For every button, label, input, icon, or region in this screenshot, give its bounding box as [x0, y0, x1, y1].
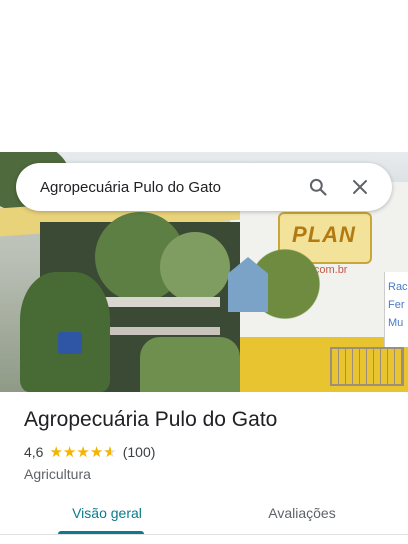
tabs-divider — [0, 534, 408, 535]
star-icon: ★ — [89, 443, 104, 461]
photo-blue-bucket — [58, 332, 82, 354]
photo-pots — [100, 327, 220, 335]
photo-plants — [140, 337, 240, 392]
photo-metal-grate — [330, 347, 404, 386]
blank-header-area — [0, 0, 408, 152]
place-title: Agropecuária Pulo do Gato — [24, 408, 278, 431]
star-icon: ★ — [62, 443, 77, 461]
rating-stars: ★ ★ ★ ★ ★ — [49, 445, 116, 460]
search-button[interactable] — [300, 169, 336, 205]
clear-search-button[interactable] — [342, 169, 378, 205]
half-star-icon: ★ — [103, 445, 116, 460]
search-input[interactable]: Agropecuária Pulo do Gato — [40, 179, 294, 196]
place-tabs: Visão geral Avaliações — [0, 492, 408, 536]
tab-reviews[interactable]: Avaliações — [252, 492, 352, 534]
search-bar[interactable]: Agropecuária Pulo do Gato — [16, 163, 392, 211]
tab-overview[interactable]: Visão geral — [58, 492, 156, 534]
star-icon: ★ — [49, 443, 63, 461]
rating-row[interactable]: 4,6 ★ ★ ★ ★ ★ (100) — [24, 444, 155, 460]
rating-value: 4,6 — [24, 444, 44, 460]
search-icon — [309, 178, 327, 196]
review-count[interactable]: (100) — [123, 444, 156, 460]
place-category[interactable]: Agricultura — [24, 466, 91, 482]
close-icon — [353, 180, 367, 194]
photo-side-text: Rac Fer Mu — [388, 281, 408, 329]
star-icon: ★ — [76, 443, 90, 461]
photo-plants — [160, 232, 230, 302]
photo-pots — [100, 297, 220, 307]
